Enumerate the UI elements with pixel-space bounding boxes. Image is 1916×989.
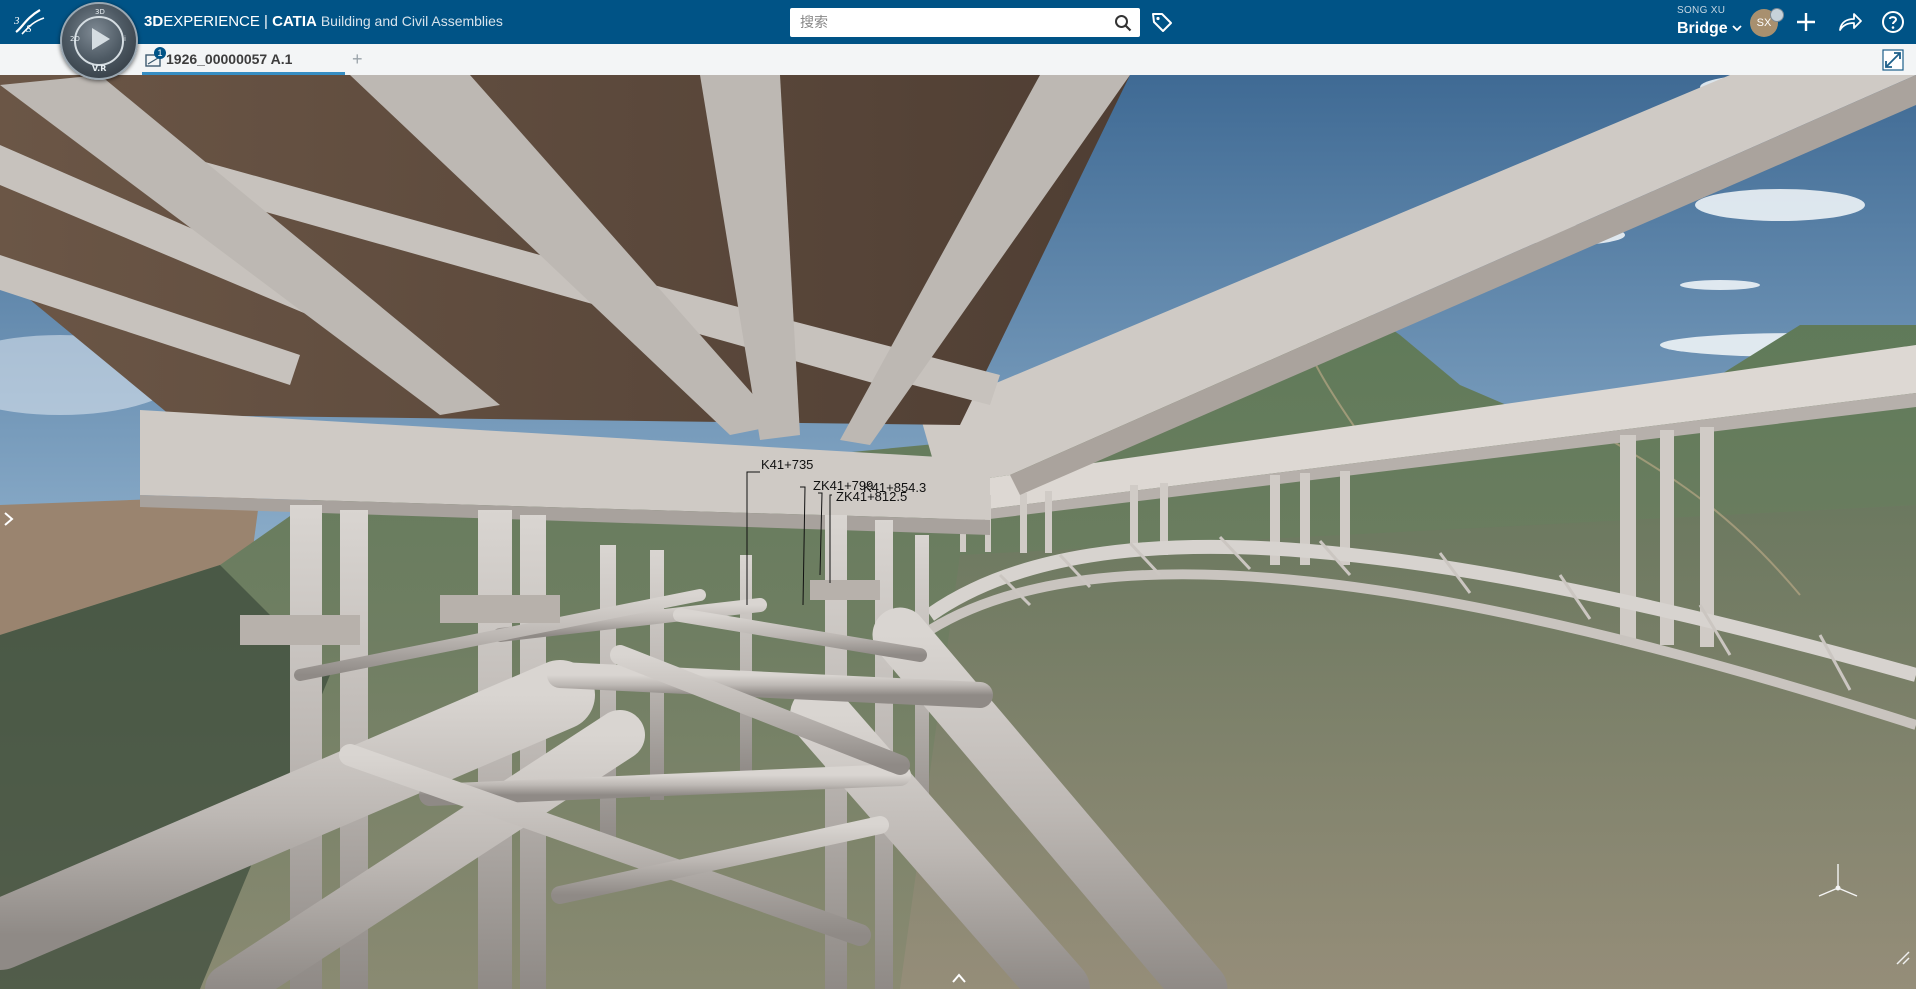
notification-badge-icon[interactable] <box>1770 8 1784 22</box>
station-label[interactable]: K41+735 <box>761 457 813 472</box>
svg-text:S: S <box>26 23 32 35</box>
plus-icon[interactable] <box>1794 10 1818 34</box>
bridge-scene[interactable] <box>0 75 1916 989</box>
share-icon[interactable] <box>1837 10 1863 34</box>
search-box[interactable] <box>790 8 1140 37</box>
compass-icon[interactable]: 2D 3D i V.R <box>60 2 138 80</box>
compass-i-label[interactable]: i <box>124 35 126 43</box>
user-name[interactable]: SONG XU <box>1677 5 1725 16</box>
tab-badge: 1 <box>154 47 166 59</box>
tab-bar: 1 1926_00000057 A.1 + <box>0 44 1916 76</box>
brand-product: CATIA <box>272 13 317 30</box>
svg-text:3: 3 <box>13 15 20 27</box>
app-title: 3DEXPERIENCE | CATIA Building and Civil A… <box>144 13 503 30</box>
tab-label[interactable]: 1926_00000057 A.1 <box>166 51 292 67</box>
help-icon[interactable] <box>1881 10 1905 34</box>
top-bar: 3 S 3DEXPERIENCE | CATIA Building and Civ… <box>0 0 1916 44</box>
app-name: Building and Civil Assemblies <box>320 13 503 29</box>
chevron-up-icon[interactable] <box>950 972 968 984</box>
compass-vr-label[interactable]: V.R <box>92 64 106 73</box>
chevron-down-icon[interactable] <box>1731 22 1743 34</box>
platform-selector[interactable]: Bridge <box>1677 20 1728 38</box>
chevron-right-icon[interactable] <box>2 510 16 528</box>
axis-triad-icon[interactable] <box>1815 858 1861 904</box>
station-label[interactable]: ZK41+812.5 <box>836 489 907 504</box>
compass-2d-label[interactable]: 2D <box>70 35 80 43</box>
add-tab-button[interactable]: + <box>352 49 363 70</box>
tag-icon[interactable] <box>1150 10 1174 34</box>
search-input[interactable] <box>790 8 1120 37</box>
tab-document[interactable]: 1 1926_00000057 A.1 <box>142 44 345 75</box>
search-icon[interactable] <box>1114 14 1132 32</box>
3d-viewport[interactable]: K41+735 ZK41+799 K41+854.3 ZK41+812.5 <box>0 75 1916 989</box>
resize-grip-icon[interactable] <box>1893 948 1911 966</box>
brand-name: EXPERIENCE | <box>163 13 273 30</box>
compass-3d-label[interactable]: 3D <box>95 8 105 16</box>
ds-logo-icon[interactable]: 3 S <box>12 6 48 38</box>
fullscreen-icon[interactable] <box>1882 49 1904 71</box>
valley <box>900 505 1916 989</box>
brand-prefix: 3D <box>144 13 164 30</box>
play-icon[interactable] <box>92 28 110 50</box>
